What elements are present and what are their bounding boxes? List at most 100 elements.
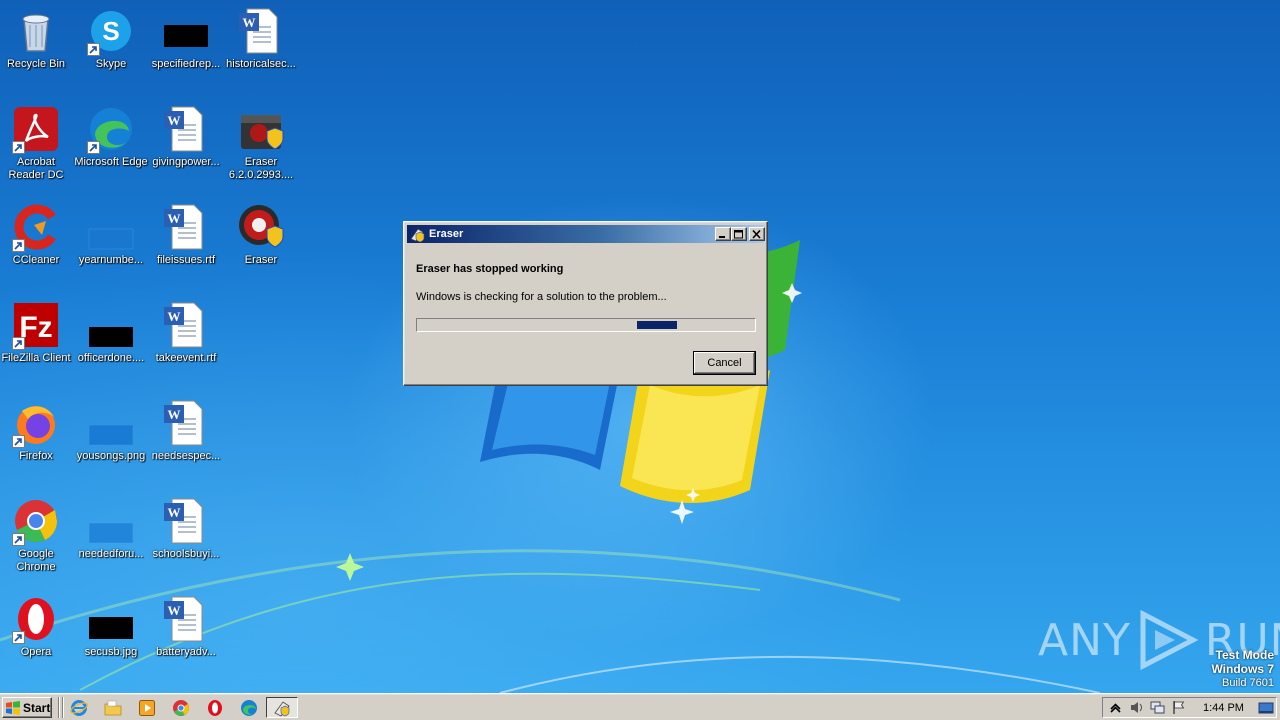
eraser-icon	[239, 205, 284, 248]
desktop-icon-label: FileZilla Client	[1, 352, 71, 364]
chevron-up-icon	[1109, 703, 1121, 713]
desktop-icon-fileissues[interactable]: W fileissues.rtf	[148, 196, 224, 284]
desktop-icon-officerdone[interactable]: officerdone....	[73, 294, 149, 382]
desktop-icon-label: needsespec...	[151, 450, 221, 462]
taskbar-separator	[58, 697, 60, 718]
windows-logo-icon	[6, 700, 20, 715]
shortcut-arrow-icon	[12, 631, 25, 644]
start-button[interactable]: Start	[2, 697, 52, 718]
taskbar-task-eraser[interactable]	[266, 697, 298, 718]
desktop-icon-label: Eraser 6.2.0.2993....	[228, 156, 294, 181]
desktop-icon-givingpower[interactable]: W givingpower...	[148, 98, 224, 186]
tray-network[interactable]	[1148, 699, 1166, 717]
start-label: Start	[23, 700, 51, 715]
quicklaunch-ie[interactable]	[69, 698, 89, 718]
flag-icon	[1172, 701, 1184, 714]
desktop-icon-label: takeevent.rtf	[155, 352, 217, 364]
minimize-icon	[719, 235, 725, 238]
word-document-icon: W	[164, 596, 203, 642]
desktop-icon-specifiedrep[interactable]: specifiedrep...	[148, 0, 224, 88]
speaker-icon	[1130, 702, 1142, 713]
desktop-icon-yousongs[interactable]: yousongs.png	[73, 392, 149, 480]
desktop-icon-label: specifiedrep...	[151, 58, 221, 70]
desktop-icon-eraser[interactable]: Eraser	[223, 196, 299, 284]
cancel-button-label: Cancel	[707, 357, 742, 369]
quicklaunch-chrome[interactable]	[171, 698, 191, 718]
shortcut-arrow-icon	[87, 43, 100, 56]
desktop[interactable]: Recycle Bin S Skype specifiedrep... W hi…	[0, 0, 1280, 693]
ie-icon	[70, 700, 88, 716]
taskbar-separator	[62, 697, 64, 718]
dialog-heading: Eraser has stopped working	[416, 263, 564, 275]
svg-text:W: W	[243, 15, 256, 30]
shortcut-arrow-icon	[12, 533, 25, 546]
network-icon	[1150, 701, 1164, 714]
maximize-button[interactable]	[731, 227, 747, 241]
desktop-icon-label: Skype	[95, 58, 127, 70]
desktop-icon-skype[interactable]: S Skype	[73, 0, 149, 88]
desktop-icon-eraser-installer[interactable]: Eraser 6.2.0.2993....	[223, 98, 299, 186]
close-button[interactable]	[749, 227, 765, 241]
desktop-icon-neededforu[interactable]: neededforu...	[73, 490, 149, 578]
desktop-icon-label: schoolsbuyi...	[152, 548, 220, 560]
shortcut-arrow-icon	[87, 141, 100, 154]
tray-action-center[interactable]	[1169, 699, 1187, 717]
blue-image-icon	[88, 522, 134, 544]
word-document-icon: W	[164, 204, 203, 250]
desktop-icon-filezilla[interactable]: Fz FileZilla Client	[0, 294, 74, 382]
tray-volume[interactable]	[1127, 699, 1145, 717]
quicklaunch-opera[interactable]	[205, 698, 225, 718]
explorer-icon	[104, 700, 122, 716]
maximize-icon	[734, 229, 743, 238]
desktop-icon-needsespec[interactable]: W needsespec...	[148, 392, 224, 480]
quicklaunch-edge[interactable]	[239, 698, 259, 718]
desktop-icon-acrobat[interactable]: Acrobat Reader DC	[0, 98, 74, 186]
dialog-title: Eraser	[429, 228, 464, 240]
blue-image-icon	[88, 424, 134, 446]
desktop-icon-edge[interactable]: Microsoft Edge	[73, 98, 149, 186]
desktop-icon-label: Acrobat Reader DC	[8, 156, 64, 181]
desktop-icon-label: yearnumbe...	[78, 254, 144, 266]
desktop-icon-historicalsec[interactable]: W historicalsec...	[223, 0, 299, 88]
desktop-icon-label: yousongs.png	[76, 450, 146, 462]
desktop-icon-opera[interactable]: Opera	[0, 588, 74, 676]
dialog-message: Windows is checking for a solution to th…	[416, 291, 667, 303]
word-document-icon: W	[164, 400, 203, 446]
svg-text:W: W	[168, 211, 181, 226]
desktop-icon-label: Eraser	[244, 254, 278, 266]
show-desktop-icon[interactable]	[1258, 700, 1274, 716]
cancel-button[interactable]: Cancel	[693, 351, 756, 375]
svg-text:S: S	[102, 16, 119, 46]
opera-icon	[208, 700, 222, 716]
desktop-icon-takeevent[interactable]: W takeevent.rtf	[148, 294, 224, 382]
quicklaunch-explorer[interactable]	[103, 698, 123, 718]
desktop-icon-label: Firefox	[19, 450, 53, 462]
desktop-icon-secusb[interactable]: secusb.jpg	[73, 588, 149, 676]
minimize-button[interactable]	[715, 227, 731, 241]
desktop-icon-batteryadv[interactable]: W batteryadv...	[148, 588, 224, 676]
error-dialog[interactable]: Eraser Eraser has stopped working Window…	[403, 221, 768, 386]
desktop-icon-firefox[interactable]: Firefox	[0, 392, 74, 480]
desktop-icon-yearnumbe[interactable]: yearnumbe...	[73, 196, 149, 284]
svg-text:W: W	[168, 113, 181, 128]
dialog-titlebar[interactable]: Eraser	[407, 225, 765, 243]
os-label: Windows 7	[1211, 662, 1274, 676]
quicklaunch-media-player[interactable]	[137, 698, 157, 718]
word-document-icon: W	[164, 302, 203, 348]
desktop-icon-schoolsbuyi[interactable]: W schoolsbuyi...	[148, 490, 224, 578]
progress-marquee	[637, 321, 677, 329]
desktop-icon-label: historicalsec...	[226, 58, 296, 70]
black-image-icon	[89, 327, 133, 347]
recycle-bin-icon	[22, 14, 50, 52]
desktop-icon-label: Opera	[20, 646, 52, 658]
desktop-icon-chrome[interactable]: Google Chrome	[0, 490, 74, 578]
test-mode-notice: Test Mode Windows 7 Build 7601	[1211, 648, 1274, 690]
shortcut-arrow-icon	[12, 435, 25, 448]
word-document-icon: W	[239, 8, 278, 54]
clock[interactable]: 1:44 PM	[1203, 702, 1244, 714]
tray-expand-button[interactable]	[1106, 699, 1124, 717]
desktop-icon-ccleaner[interactable]: CCleaner	[0, 196, 74, 284]
watermark-brand-left: ANY	[1038, 614, 1131, 666]
desktop-icon-label: givingpower...	[152, 156, 220, 168]
desktop-icon-recycle-bin[interactable]: Recycle Bin	[0, 0, 74, 88]
